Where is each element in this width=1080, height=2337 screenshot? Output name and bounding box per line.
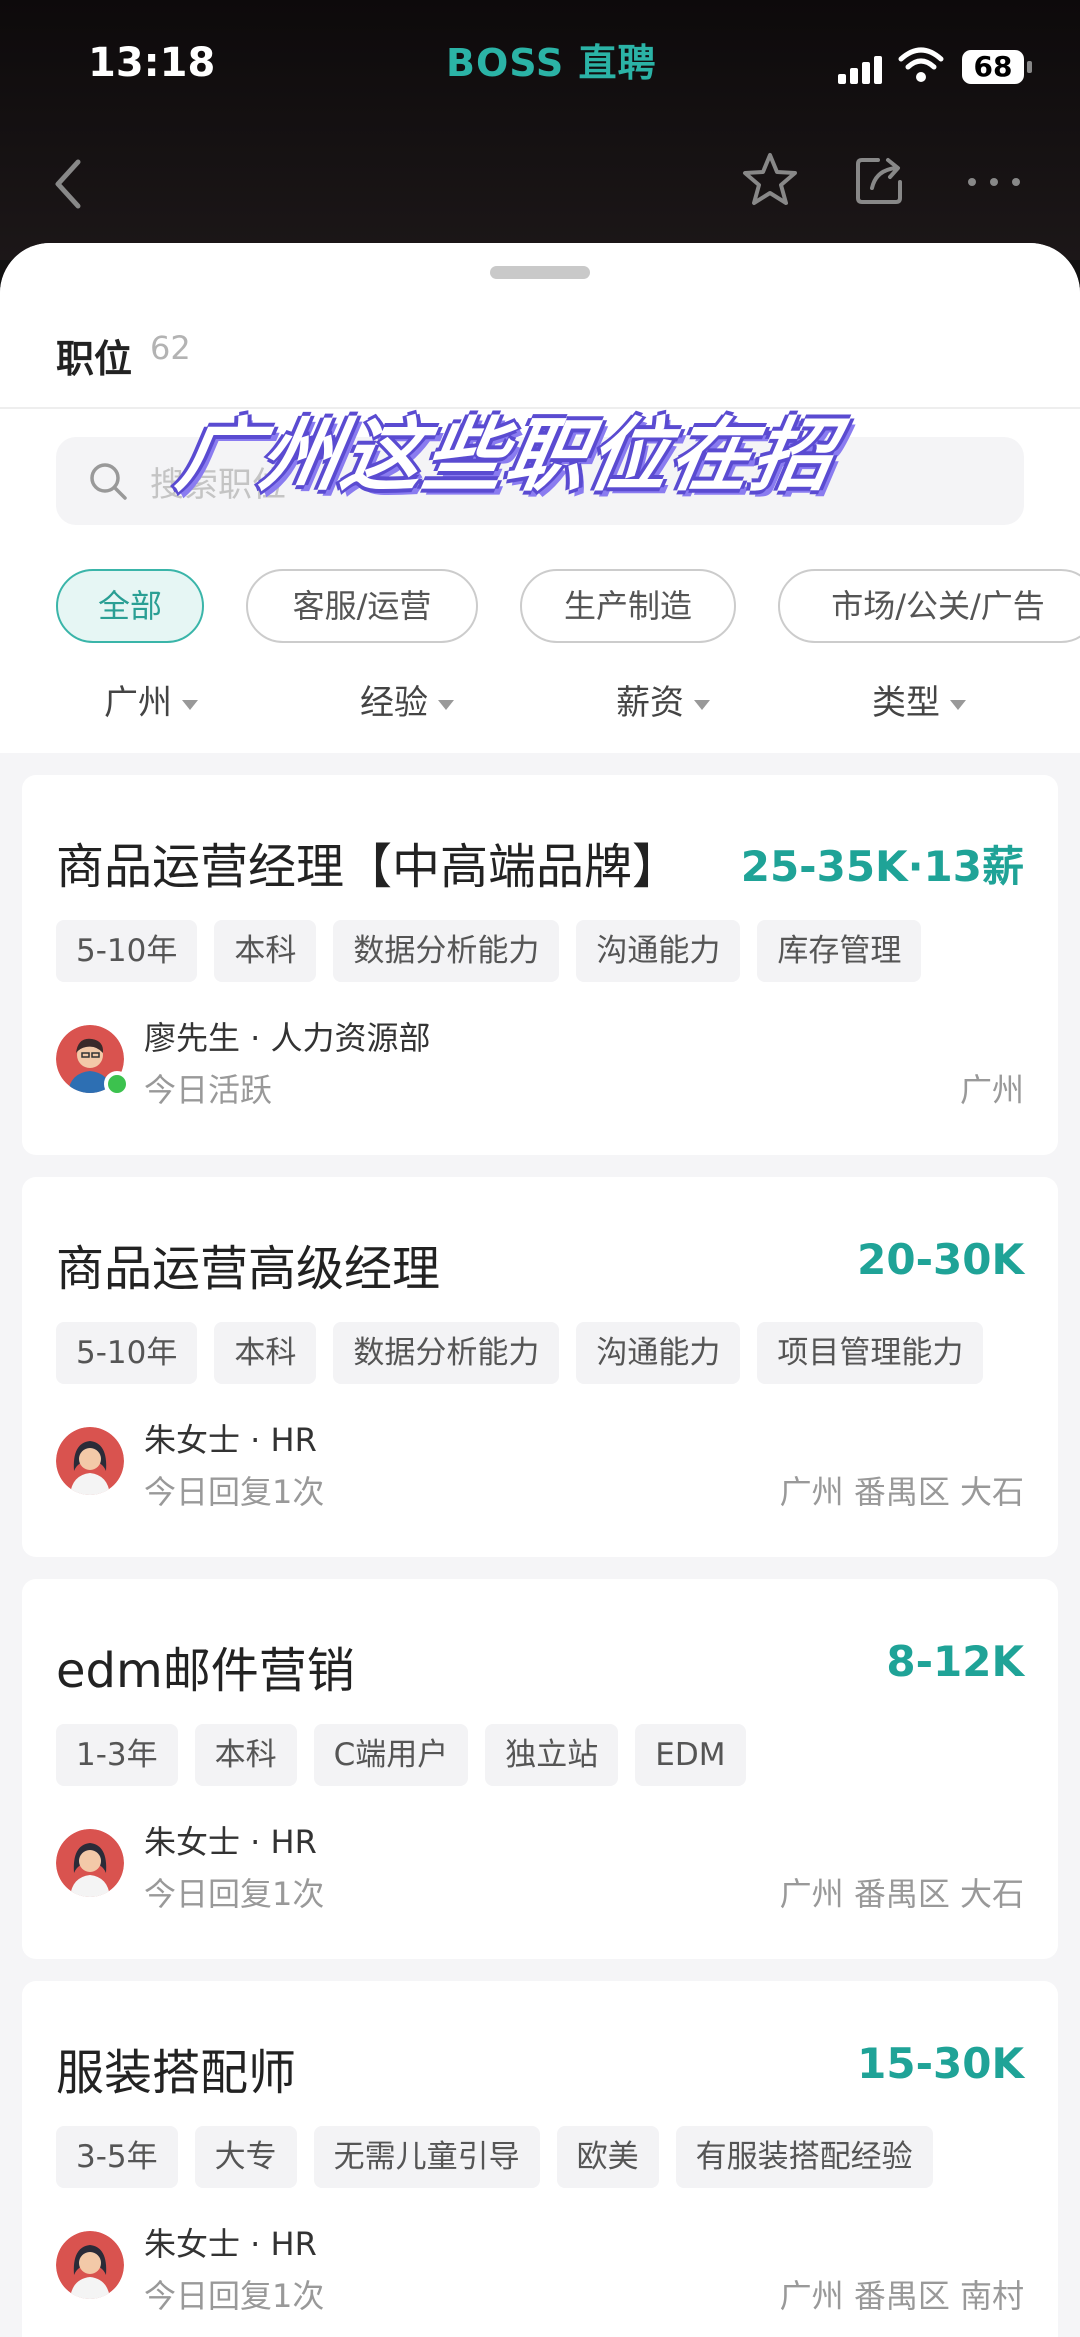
job-tag: 数据分析能力	[333, 1322, 560, 1384]
caret-down-icon	[438, 699, 454, 710]
job-tag: 无需儿童引导	[313, 2126, 540, 2188]
job-tag: 项目管理能力	[757, 1322, 984, 1384]
sheet-header: 职位 62 搜索职位 广州这些职位在招 全部 客服/运营 生产制造 市场/公关/…	[0, 243, 1080, 753]
share-icon[interactable]	[852, 152, 908, 208]
job-tags: 3-5年 大专 无需儿童引导 欧美 有服装搭配经验	[56, 2126, 933, 2188]
filter-experience[interactable]: 经验	[360, 675, 454, 724]
job-salary: 15-30K	[857, 2039, 1024, 2088]
recruiter-activity: 今日活跃	[144, 1071, 273, 1109]
job-card[interactable]: 商品运营经理【中高端品牌】 25-35K·13薪 5-10年 本科 数据分析能力…	[22, 775, 1058, 1155]
filter-salary-label: 薪资	[616, 683, 684, 723]
job-tags: 5-10年 本科 数据分析能力 沟通能力 库存管理	[56, 920, 922, 982]
filter-city[interactable]: 广州	[104, 675, 198, 724]
filter-type[interactable]: 类型	[872, 675, 966, 724]
filter-type-label: 类型	[872, 683, 940, 723]
avatar	[56, 1829, 124, 1897]
job-tag: 库存管理	[757, 920, 922, 982]
job-tag: 本科	[214, 920, 317, 982]
job-salary: 8-12K	[886, 1637, 1024, 1686]
category-chip-all[interactable]: 全部	[56, 569, 204, 643]
filter-experience-label: 经验	[360, 683, 428, 723]
job-location: 广州 番禺区 南村	[779, 2277, 1024, 2315]
recruiter-activity: 今日回复1次	[144, 1875, 325, 1913]
search-icon	[90, 463, 127, 500]
avatar	[56, 1427, 124, 1495]
job-count: 62	[150, 329, 191, 367]
job-title: edm邮件营销	[56, 1643, 355, 1699]
job-tag: 5-10年	[56, 920, 198, 982]
job-tag: 数据分析能力	[333, 920, 560, 982]
status-time: 13:18	[88, 40, 216, 86]
job-tags: 1-3年 本科 C端用户 独立站 EDM	[56, 1724, 746, 1786]
category-chip-manufacturing[interactable]: 生产制造	[520, 569, 736, 643]
sheet-grabber[interactable]	[490, 266, 590, 279]
job-tags: 5-10年 本科 数据分析能力 沟通能力 项目管理能力	[56, 1322, 984, 1384]
recruiter-activity: 今日回复1次	[144, 2277, 325, 2315]
job-tag: 5-10年	[56, 1322, 198, 1384]
filter-salary[interactable]: 薪资	[616, 675, 710, 724]
job-tag: 沟通能力	[576, 1322, 741, 1384]
job-tag: 3-5年	[56, 2126, 178, 2188]
job-tag: 大专	[194, 2126, 297, 2188]
recruiter-name: 廖先生 · 人力资源部	[144, 1019, 431, 1057]
caret-down-icon	[694, 699, 710, 710]
promo-banner: 广州这些职位在招	[170, 409, 844, 502]
app-brand: BOSS 直聘	[446, 41, 657, 85]
job-tag: 沟通能力	[576, 920, 741, 982]
job-title: 商品运营经理【中高端品牌】	[56, 839, 681, 895]
job-title: 服装搭配师	[56, 2045, 297, 2101]
category-chip-marketing[interactable]: 市场/公关/广告	[778, 569, 1080, 643]
job-tag: EDM	[635, 1724, 746, 1786]
cellular-signal-icon	[838, 52, 882, 84]
category-chip-service[interactable]: 客服/运营	[246, 569, 478, 643]
job-tag: 独立站	[485, 1724, 619, 1786]
job-card[interactable]: edm邮件营销 8-12K 1-3年 本科 C端用户 独立站 EDM 朱女士 ·…	[22, 1579, 1058, 1959]
job-location: 广州 番禺区 大石	[779, 1473, 1024, 1511]
job-tag: 本科	[194, 1724, 297, 1786]
job-tag: 欧美	[556, 2126, 659, 2188]
filter-city-label: 广州	[104, 683, 172, 723]
job-salary: 20-30K	[857, 1235, 1024, 1284]
job-location: 广州	[959, 1071, 1024, 1109]
job-tag: C端用户	[313, 1724, 469, 1786]
more-icon[interactable]	[964, 170, 1024, 194]
job-card[interactable]: 商品运营高级经理 20-30K 5-10年 本科 数据分析能力 沟通能力 项目管…	[22, 1177, 1058, 1557]
job-tag: 本科	[214, 1322, 317, 1384]
chevron-left-icon[interactable]	[48, 154, 88, 214]
recruiter-name: 朱女士 · HR	[144, 1823, 317, 1861]
job-location: 广州 番禺区 大石	[779, 1875, 1024, 1913]
job-card[interactable]: 服装搭配师 15-30K 3-5年 大专 无需儿童引导 欧美 有服装搭配经验 朱…	[22, 1981, 1058, 2337]
recruiter-activity: 今日回复1次	[144, 1473, 325, 1511]
wifi-icon	[898, 47, 944, 82]
jobs-sheet: 职位 62 搜索职位 广州这些职位在招 全部 客服/运营 生产制造 市场/公关/…	[0, 243, 1080, 2337]
online-status-dot	[104, 1071, 130, 1097]
caret-down-icon	[950, 699, 966, 710]
top-bar: 13:18 BOSS 直聘 68	[0, 0, 1080, 260]
avatar	[56, 2231, 124, 2299]
sheet-title: 职位	[56, 337, 133, 381]
recruiter-name: 朱女士 · HR	[144, 2225, 317, 2263]
job-tag: 1-3年	[56, 1724, 178, 1786]
recruiter-name: 朱女士 · HR	[144, 1421, 317, 1459]
job-salary: 25-35K·13薪	[740, 842, 1024, 891]
battery-icon: 68	[962, 50, 1032, 84]
job-title: 商品运营高级经理	[56, 1241, 441, 1297]
job-tag: 有服装搭配经验	[675, 2126, 933, 2188]
caret-down-icon	[182, 699, 198, 710]
star-icon[interactable]	[740, 150, 800, 210]
